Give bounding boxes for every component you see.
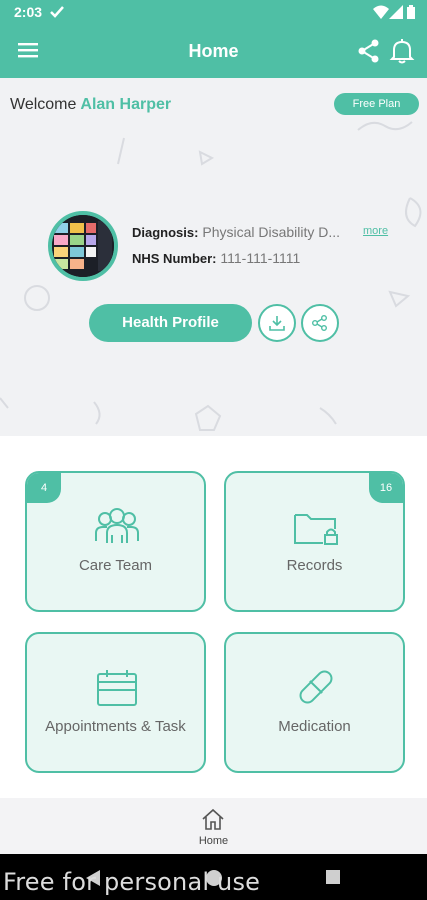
records-card[interactable]: 16 Records [224,471,405,612]
status-time: 2:03 [14,4,43,20]
download-button[interactable] [258,304,296,342]
care-team-card[interactable]: 4 Care Team [25,471,206,612]
recent-apps-button[interactable] [326,870,340,884]
medication-label: Medication [278,718,351,735]
records-label: Records [286,557,343,574]
medication-card[interactable]: Medication [224,632,405,773]
nav-home-label[interactable]: Home [0,835,427,847]
user-name: Alan Harper [80,96,172,113]
care-team-label: Care Team [78,557,153,574]
diagnosis-row: Diagnosis: Physical Disability D... [132,224,340,250]
avatar-image [52,215,114,277]
feature-grid: 4 Care Team 16 Records Appointments & Ta… [0,436,427,798]
calendar-icon [97,670,137,706]
nhs-row: NHS Number: 111-111-1111 [132,250,340,276]
nhs-label: NHS Number: [132,251,217,266]
nhs-value: 111-111-1111 [220,250,301,266]
share-profile-button[interactable] [301,304,339,342]
records-count: 16 [369,473,403,503]
wifi-icon [373,5,389,19]
care-team-count: 4 [27,473,61,503]
share-icon [312,315,327,331]
bell-icon[interactable] [389,38,415,64]
folder-lock-icon [294,514,338,545]
pill-icon [299,670,333,704]
appointments-card[interactable]: Appointments & Task [25,632,206,773]
status-bar: 2:03 [0,0,427,24]
more-link[interactable]: more [363,225,388,237]
watermark: Free for personal use [3,868,261,896]
bottom-navigation: Home [0,798,427,854]
check-icon [50,6,64,18]
plan-badge[interactable]: Free Plan [334,93,419,115]
diagnosis-label: Diagnosis: [132,225,199,240]
avatar[interactable] [48,211,118,281]
profile-info: Diagnosis: Physical Disability D... NHS … [132,224,340,276]
home-icon[interactable] [201,807,225,831]
share-icon[interactable] [358,39,380,63]
profile-section: Welcome Alan Harper Free Plan Diagnosis: … [0,78,427,436]
download-icon [269,316,285,331]
signal-icon [389,5,403,19]
appointments-label: Appointments & Task [45,718,186,735]
app-bar: Home [0,24,427,78]
health-profile-button[interactable]: Health Profile [89,304,252,342]
diagnosis-value: Physical Disability D... [202,224,341,240]
battery-icon [407,5,415,19]
welcome-text: Welcome Alan Harper [10,96,171,114]
welcome-prefix: Welcome [10,96,77,113]
care-team-icon [95,508,139,543]
system-navigation-bar: Free for personal use [0,854,427,900]
